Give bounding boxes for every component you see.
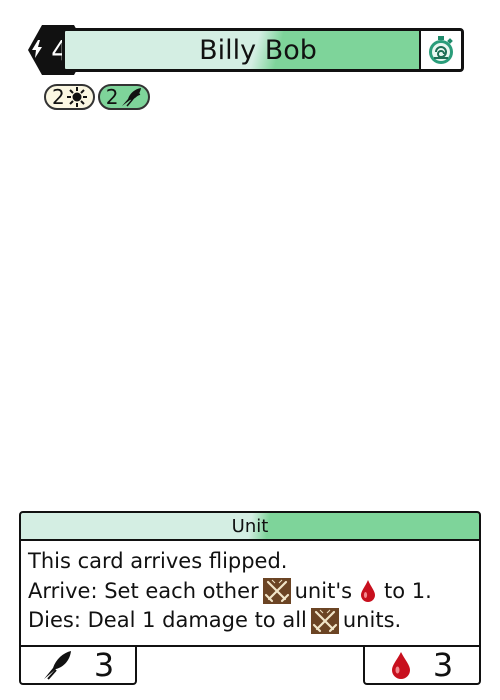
card-title-bar: Billy Bob <box>62 28 464 72</box>
health-stat: 3 <box>363 645 481 685</box>
quill-icon <box>122 88 142 107</box>
blood-drop-icon <box>360 579 376 603</box>
rules-line-2: Arrive: Set each other unit's to 1. <box>28 577 479 607</box>
card-type: Unit <box>231 515 269 537</box>
resource-pill-quill: 2 <box>97 84 151 110</box>
rules-line-2-end: to 1. <box>384 578 432 603</box>
crossed-swords-icon <box>262 578 291 605</box>
stopwatch-snail-icon <box>429 36 453 64</box>
card-type-bar: Unit <box>19 511 481 541</box>
power-stat: 3 <box>19 645 137 685</box>
timer-badge <box>419 31 461 69</box>
power-value: 3 <box>93 646 115 684</box>
rules-line-3-start: Dies: Deal 1 damage to all <box>28 608 307 632</box>
health-value: 3 <box>432 646 454 684</box>
card-name: Billy Bob <box>199 34 317 66</box>
crossed-swords-icon <box>310 607 339 634</box>
sun-icon <box>66 87 87 107</box>
quill-icon <box>43 651 71 680</box>
rules-line-3-end: units. <box>342 608 402 632</box>
blood-drop-icon <box>391 652 410 679</box>
resource-quill-value: 2 <box>105 85 119 109</box>
resource-pill-sun: 2 <box>44 84 95 110</box>
rules-line-2-middle: unit's <box>294 578 353 603</box>
rules-line-2-start: Arrive: Set each other <box>28 578 259 603</box>
rules-line-3: Dies: Deal 1 damage to all units. <box>28 606 479 636</box>
rules-text-box: This card arrives flipped. Arrive: Set e… <box>19 539 481 647</box>
resource-sun-value: 2 <box>52 85 65 109</box>
rules-line-1: This card arrives flipped. <box>28 547 479 577</box>
resource-requirements: 2 2 <box>44 84 151 110</box>
rules-line-1-text: This card arrives flipped. <box>28 549 288 573</box>
